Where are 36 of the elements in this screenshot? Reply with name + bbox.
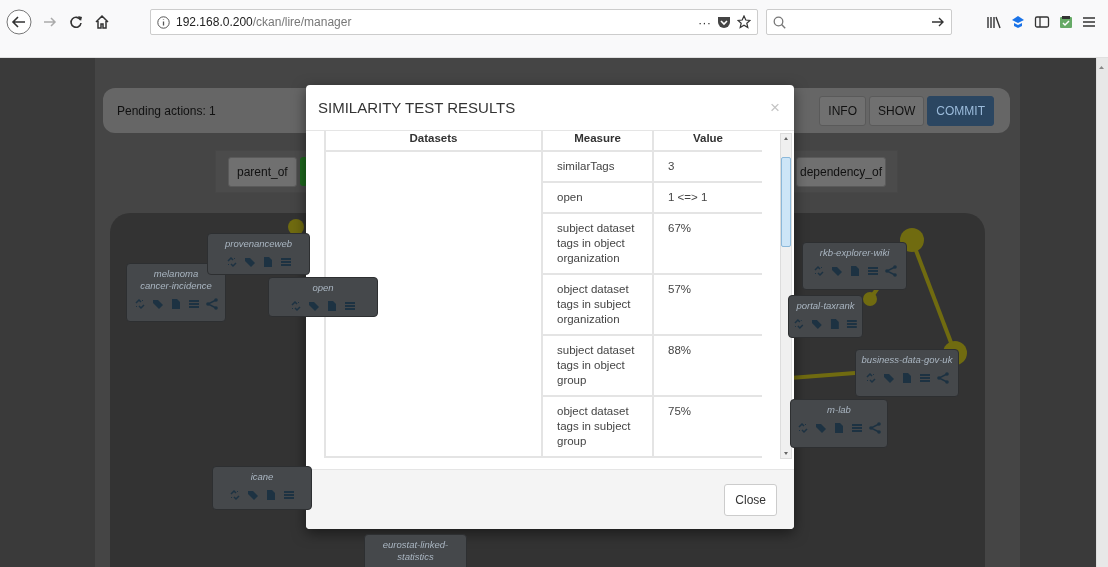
dataset-node[interactable]: open (268, 277, 378, 317)
commit-button[interactable]: COMMIT (927, 95, 994, 126)
column-header: Value (653, 131, 762, 151)
node-label: portal-taxrank (795, 300, 856, 312)
node-label: rkb-explorer-wiki (818, 247, 891, 259)
node-label: provenanceweb (223, 238, 294, 250)
pending-actions-label: Pending actions: 1 (117, 103, 216, 118)
measure-cell: object dataset tags in subject group (542, 396, 653, 457)
dataset-node[interactable]: icane (212, 466, 312, 510)
relation-button[interactable]: dependency_of (796, 156, 886, 187)
page-actions-button[interactable]: ··· (698, 14, 711, 30)
measure-cell: subject dataset tags in object group (542, 335, 653, 396)
close-button[interactable]: Close (724, 483, 777, 516)
node-label: m-lab (826, 404, 852, 416)
dataset-node[interactable]: portal-taxrank (788, 295, 863, 338)
relation-button[interactable]: parent_of (228, 156, 297, 187)
dataset-node[interactable]: business-data-gov-uk (855, 349, 959, 397)
measure-cell: object dataset tags in subject organization (542, 274, 653, 335)
modal-title: SIMILARITY TEST RESULTS (318, 99, 516, 116)
dataset-node[interactable]: melanoma cancer-incidence (126, 263, 226, 322)
url-text[interactable]: 192.168.0.200/ckan/lire/manager (176, 15, 352, 29)
dataset-node[interactable]: eurostat-linked- statistics (364, 534, 467, 567)
node-label: business-data-gov-uk (860, 354, 954, 366)
dataset-node[interactable]: m-lab (790, 399, 888, 448)
node-label: eurostat-linked- statistics (381, 539, 450, 563)
column-header: Measure (542, 131, 653, 151)
measure-cell: subject dataset tags in object organization (542, 213, 653, 274)
action-button[interactable]: SHOW (869, 95, 925, 126)
dataset-node[interactable]: provenanceweb (207, 233, 310, 275)
action-button[interactable]: INFO (819, 95, 866, 126)
measure-cell: similarTags (542, 151, 653, 182)
measure-cell: open (542, 182, 653, 213)
node-label: open (311, 282, 335, 294)
column-header: Datasets (325, 131, 542, 151)
dataset-node[interactable]: rkb-explorer-wiki (802, 242, 907, 290)
node-label: icane (249, 471, 275, 483)
